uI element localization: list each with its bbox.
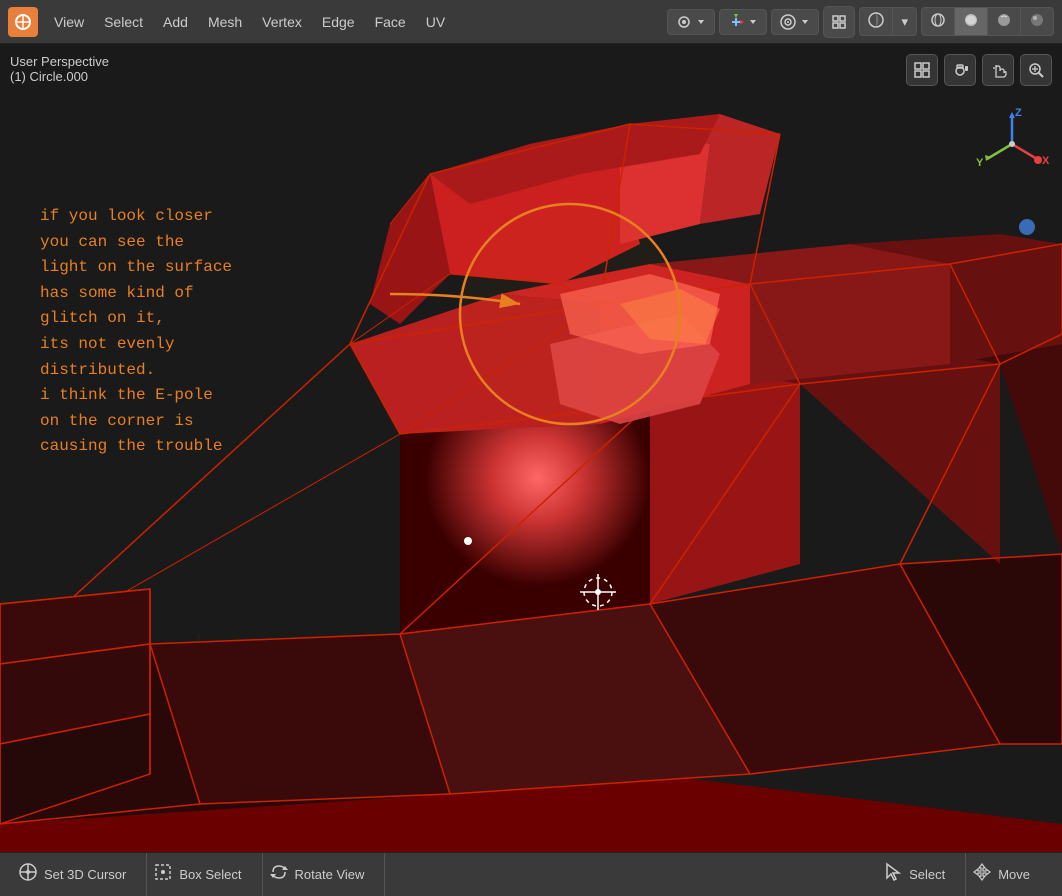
menu-face[interactable]: Face (367, 10, 414, 34)
select-label: Select (909, 867, 945, 882)
view-mode-btn[interactable] (667, 9, 715, 35)
search-view-btn[interactable] (1020, 54, 1052, 86)
cursor-icon (18, 862, 38, 887)
select-icon (883, 862, 903, 887)
set-3d-cursor-label: Set 3D Cursor (44, 867, 126, 882)
menu-uv[interactable]: UV (418, 10, 453, 34)
overlay-dropdown-btn[interactable]: ▾ (893, 10, 916, 34)
snap-btn[interactable] (823, 6, 855, 38)
menu-view[interactable]: View (46, 10, 92, 34)
rendered-btn[interactable] (1021, 8, 1053, 35)
grid-view-btn[interactable] (906, 54, 938, 86)
select-item[interactable]: Select (877, 853, 966, 896)
wireframe-btn[interactable] (922, 8, 955, 35)
svg-text:X: X (1042, 155, 1050, 167)
set-3d-cursor-item[interactable]: Set 3D Cursor (12, 853, 147, 896)
menu-mesh[interactable]: Mesh (200, 10, 250, 34)
rotate-view-icon (269, 862, 289, 887)
menu-vertex[interactable]: Vertex (254, 10, 310, 34)
box-select-item[interactable]: Box Select (147, 853, 262, 896)
bottom-status-bar: Set 3D Cursor Box Select Rotate View (0, 852, 1062, 896)
viewport-controls (906, 54, 1052, 86)
svg-text:Z: Z (1015, 107, 1022, 119)
overlay-group: ▾ (859, 7, 917, 36)
rotate-view-item[interactable]: Rotate View (263, 853, 386, 896)
proportional-edit-btn[interactable] (771, 9, 819, 35)
zoom-circle (460, 204, 680, 424)
move-item[interactable]: Move (966, 853, 1050, 896)
viewport-toolbar: ▾ (667, 6, 1054, 38)
material-btn[interactable] (988, 8, 1021, 35)
move-icon (972, 862, 992, 887)
rotate-view-label: Rotate View (295, 867, 365, 882)
camera-view-btn[interactable] (944, 54, 976, 86)
solid-btn[interactable] (955, 8, 988, 35)
box-select-label: Box Select (179, 867, 241, 882)
menu-select[interactable]: Select (96, 10, 151, 34)
menu-edge[interactable]: Edge (314, 10, 363, 34)
box-select-icon (153, 862, 173, 887)
transform-btn[interactable] (719, 9, 767, 35)
app-icon[interactable] (8, 7, 38, 37)
hand-tool-btn[interactable] (982, 54, 1014, 86)
svg-text:Y: Y (976, 157, 984, 169)
menu-add[interactable]: Add (155, 10, 196, 34)
move-label: Move (998, 867, 1030, 882)
overlay-btn[interactable] (860, 8, 893, 35)
shading-group (921, 7, 1054, 36)
axis-gizmo[interactable]: Z X Y (972, 104, 1052, 184)
viewport-3d[interactable]: User Perspective (1) Circle.000 if you l… (0, 44, 1062, 852)
object-indicator (1019, 219, 1035, 235)
mesh-svg (0, 44, 1062, 852)
top-menu-bar: View Select Add Mesh Vertex Edge Face UV (0, 0, 1062, 44)
